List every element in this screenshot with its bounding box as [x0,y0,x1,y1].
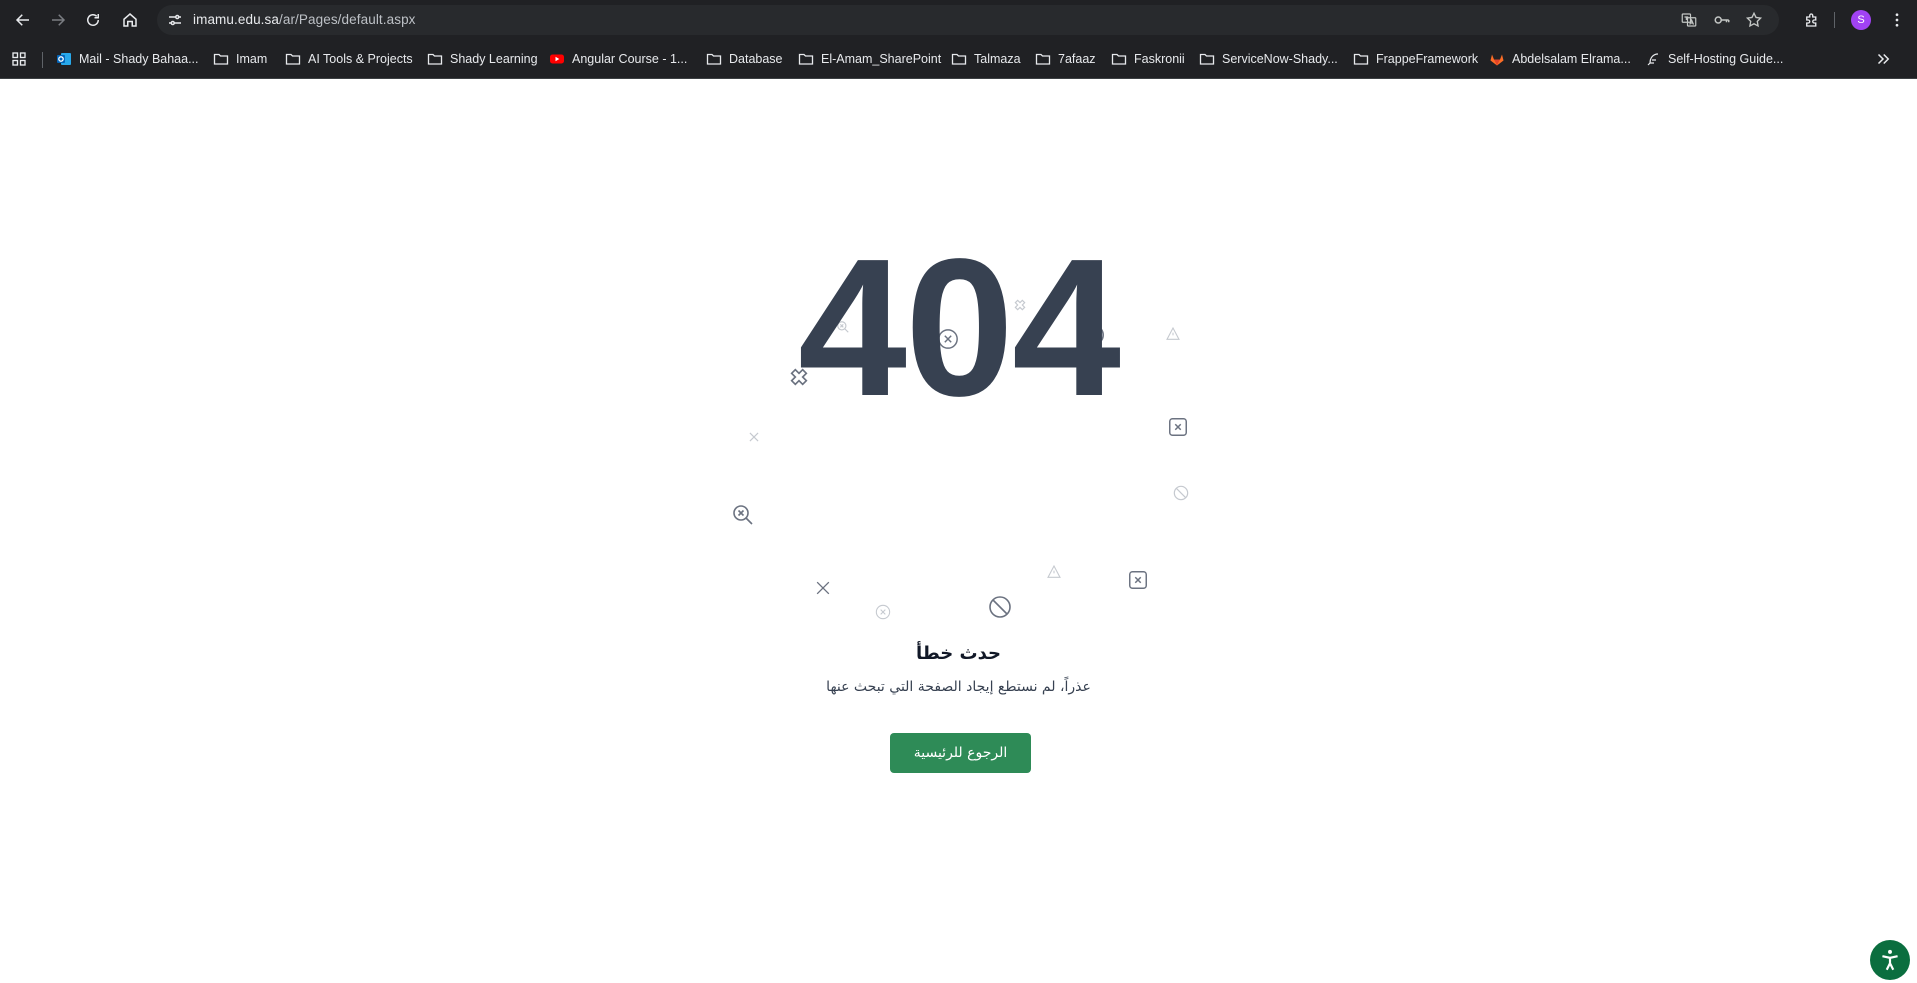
accessibility-button[interactable] [1870,940,1910,980]
bookmark-folder[interactable]: FrappeFramework [1353,48,1478,70]
folder-icon [1111,51,1127,67]
bookmark-label: Shady Learning [450,52,538,66]
apps-grid-icon[interactable] [10,50,28,68]
bookmark-folder[interactable]: Talmaza [951,48,1021,70]
bookmark-label: FrappeFramework [1376,52,1479,66]
bookmark-label: ServiceNow-Shady... [1222,52,1338,66]
bookmark-label: El-Amam_SharePoint [821,52,942,66]
folder-icon [1035,51,1051,67]
arrow-left-icon [15,14,29,26]
bookmark-label: Talmaza [974,52,1021,66]
bookmark-item[interactable]: Angular Course - 1... [549,48,687,70]
toolbar-divider [1834,12,1835,28]
bookmark-label: Self-Hosting Guide... [1668,52,1784,66]
youtube-icon [549,51,565,67]
folder-icon [1199,51,1215,67]
back-to-home-button[interactable]: الرجوع للرئيسية [890,733,1031,773]
reload-icon [87,14,99,26]
square-x-icon [1129,571,1147,589]
bookmark-folder[interactable]: Shady Learning [427,48,538,70]
close-icon [749,432,759,442]
zoom-x-icon [733,505,753,525]
error-title: حدث خطأ [916,643,1001,664]
error-message: عذراً، لم نستطع إيجاد الصفحة التي تبحث ع… [826,679,1091,695]
bookmarks-separator [42,52,43,68]
folder-icon [951,51,967,67]
close-icon [816,581,830,595]
bookmark-folder[interactable]: Database [706,48,783,70]
warning-cloud-icon [1047,564,1061,578]
bookmark-label: Imam [236,52,268,66]
ban-icon [1173,485,1189,501]
bookmark-folder[interactable]: El-Amam_SharePoint [798,48,941,70]
folder-icon [213,51,229,67]
folder-icon [1353,51,1369,67]
ban-icon [989,596,1011,618]
error-code: 404 [797,218,1121,437]
folder-icon [427,51,443,67]
url-path: /ar/Pages/default.aspx [279,12,416,27]
accessibility-icon [1882,949,1898,971]
home-button[interactable] [115,5,145,35]
outlook-icon [56,51,72,67]
bookmark-label: Faskronii [1134,52,1185,66]
back-button[interactable] [8,5,38,35]
bookmark-folder[interactable]: Faskronii [1111,48,1185,70]
bookmark-folder[interactable]: AI Tools & Projects [285,48,413,70]
feather-icon [1645,51,1661,67]
bookmark-folder[interactable]: 7afaaz [1035,48,1096,70]
bookmarks-bar: Mail - Shady Bahaa... Imam AI Tools & Pr… [0,40,1917,79]
star-icon[interactable] [1745,11,1763,29]
bookmark-item[interactable]: Mail - Shady Bahaa... [56,48,199,70]
bookmark-label: Abdelsalam Elrama... [1512,52,1631,66]
bookmark-label: Database [729,52,783,66]
puzzle-icon [1806,13,1817,27]
kebab-icon [1895,13,1899,27]
folder-icon [285,51,301,67]
bookmark-folder[interactable]: Imam [213,48,267,70]
address-bar[interactable]: imamu.edu.sa/ar/Pages/default.aspx [157,5,1779,35]
bookmark-item[interactable]: Abdelsalam Elrama... [1489,48,1631,70]
translate-icon[interactable] [1680,11,1698,29]
extensions-button[interactable] [1797,5,1827,35]
folder-icon [798,51,814,67]
reload-button[interactable] [78,5,108,35]
gitlab-icon [1489,51,1505,67]
bookmark-item[interactable]: Self-Hosting Guide... [1645,48,1783,70]
folder-icon [706,51,722,67]
page-content: 404 حدث خطأ عذراً، لم نستطع إيجاد الصفحة… [0,80,1917,983]
bookmark-label: Mail - Shady Bahaa... [79,52,199,66]
arrow-right-icon [52,14,66,26]
url-text: imamu.edu.sa/ar/Pages/default.aspx [193,12,416,27]
browser-menu-button[interactable] [1882,5,1912,35]
bookmark-label: Angular Course - 1... [572,52,688,66]
circle-x-icon [875,604,891,620]
tune-icon[interactable] [166,11,184,29]
bookmark-label: 7afaaz [1058,52,1096,66]
url-host: imamu.edu.sa [193,12,279,27]
chevron-double-right-icon[interactable] [1874,50,1892,68]
home-icon [123,13,137,27]
profile-avatar[interactable]: S [1851,10,1871,30]
bookmark-label: AI Tools & Projects [308,52,413,66]
forward-button[interactable] [43,5,73,35]
key-icon[interactable] [1713,11,1731,29]
bookmark-folder[interactable]: ServiceNow-Shady... [1199,48,1338,70]
browser-toolbar: imamu.edu.sa/ar/Pages/default.aspx S [0,0,1917,40]
